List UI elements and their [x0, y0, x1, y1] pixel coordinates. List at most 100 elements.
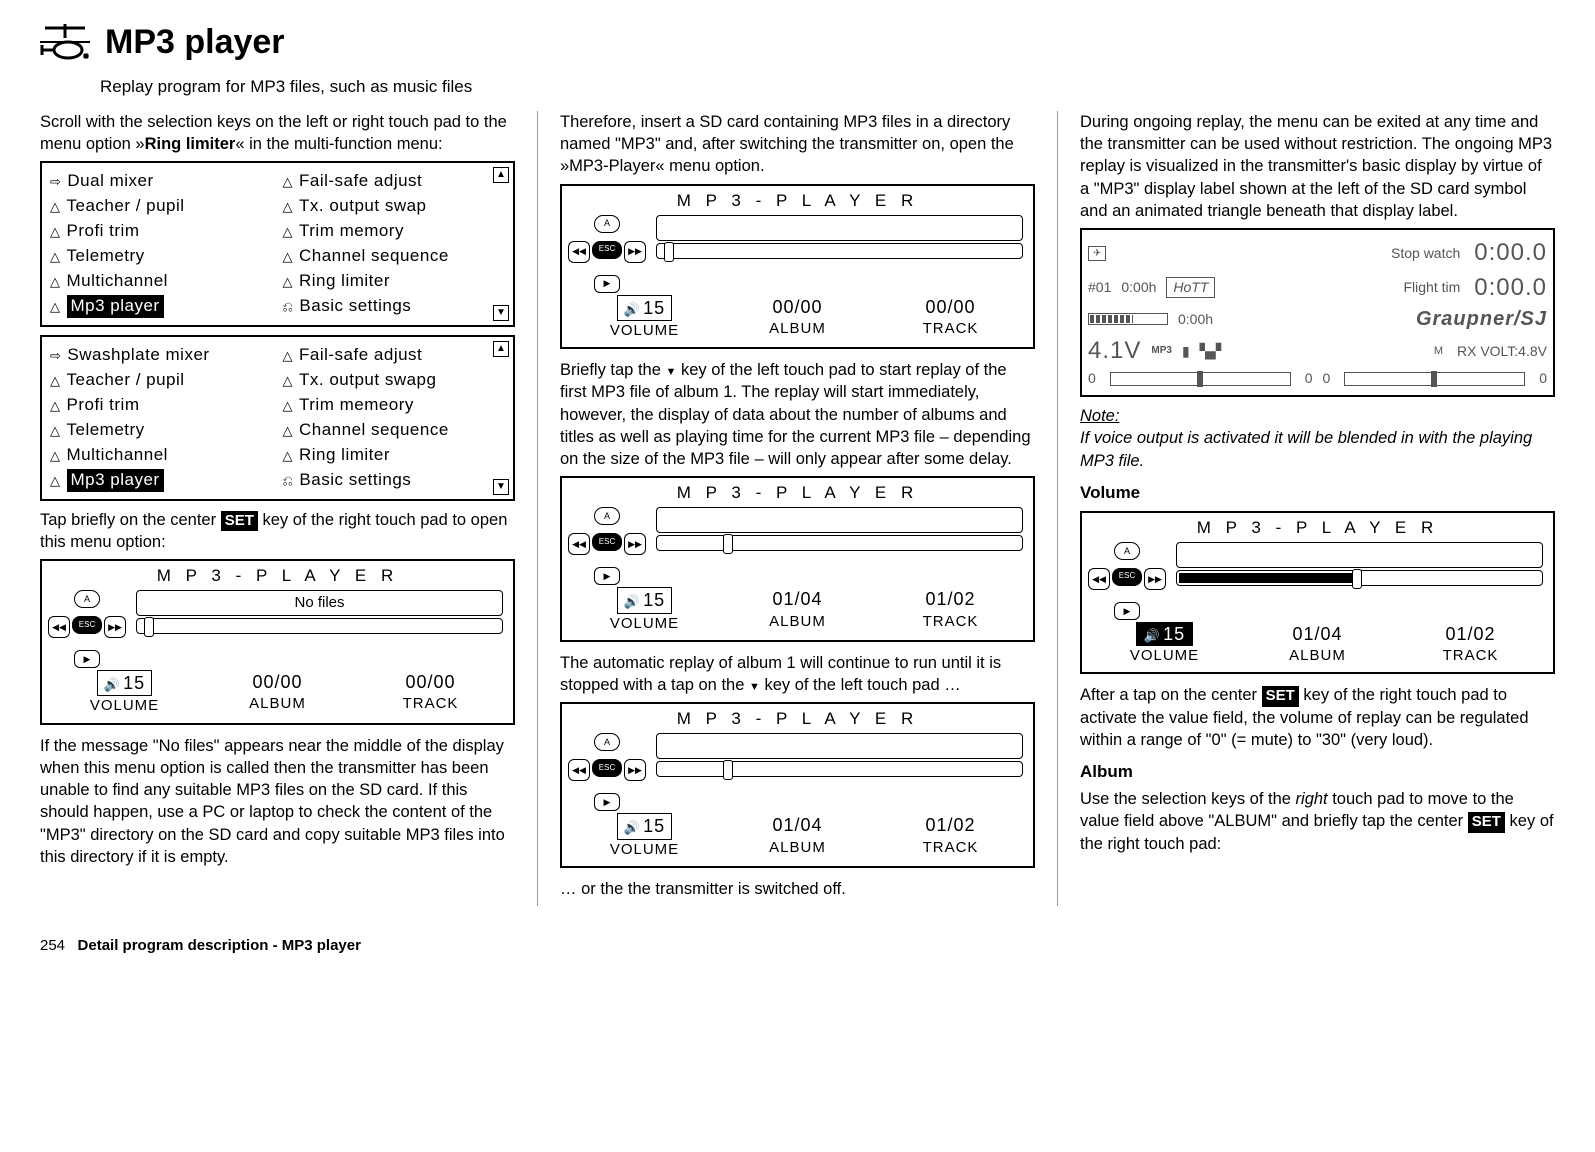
gauge-zero: 0 — [1088, 369, 1096, 388]
menu-item[interactable]: Trim memeory — [283, 393, 506, 418]
col1-intro: Scroll with the selection keys on the le… — [40, 111, 515, 156]
menu-item[interactable]: Dual mixer — [50, 169, 273, 194]
dpad[interactable]: A◀◀ESC▶▶▶ — [568, 733, 646, 811]
note-text: If voice output is activated it will be … — [1080, 429, 1532, 469]
speaker-icon — [624, 590, 643, 610]
dpad-right[interactable]: ▶▶ — [1144, 568, 1166, 590]
menu-label: Teacher / pupil — [67, 369, 185, 392]
dpad-mid[interactable]: ESC — [592, 533, 622, 551]
dpad-up[interactable]: A — [74, 590, 100, 608]
menu-item[interactable]: Telemetry — [50, 418, 273, 443]
menu-item[interactable]: Multichannel — [50, 269, 273, 294]
menu-icon — [50, 394, 61, 417]
dpad[interactable]: A◀◀ESC▶▶▶ — [1088, 542, 1166, 620]
dpad-mid[interactable]: ESC — [592, 241, 622, 259]
flight-value: 0:00.0 — [1474, 272, 1547, 304]
readout-volume: 15VOLUME — [568, 587, 721, 634]
progress-slider[interactable] — [656, 535, 1023, 551]
slider-knob[interactable] — [1352, 569, 1362, 589]
menu-item[interactable]: Channel sequence — [283, 418, 506, 443]
menu-item[interactable]: Telemetry — [50, 244, 273, 269]
menu-item[interactable]: Ring limiter — [283, 269, 506, 294]
readout-track: 01/02TRACK — [874, 813, 1027, 860]
menu-label: Telemetry — [67, 245, 145, 268]
dpad-up[interactable]: A — [594, 733, 620, 751]
text: Tap briefly on the center — [40, 511, 221, 529]
dpad-down[interactable]: ▶ — [74, 650, 100, 668]
lcd-title: M P 3 - P L A Y E R — [568, 190, 1027, 213]
dpad-down[interactable]: ▶ — [594, 793, 620, 811]
model-icon: ✈ — [1088, 246, 1106, 262]
readout-album: 01/04ALBUM — [721, 587, 874, 634]
readout-album: 01/04ALBUM — [721, 813, 874, 860]
dpad-mid[interactable]: ESC — [72, 616, 102, 634]
readout-volume: 15VOLUME — [1088, 622, 1241, 667]
slider-knob[interactable] — [144, 617, 154, 637]
dpad-left[interactable]: ◀◀ — [48, 616, 70, 638]
slider-knob[interactable] — [723, 760, 733, 780]
menu-label: Profi trim — [67, 394, 140, 417]
menu-icon — [50, 344, 61, 367]
menu-item[interactable]: Multichannel — [50, 443, 273, 468]
menu-item[interactable]: Trim memory — [283, 219, 506, 244]
slider-knob[interactable] — [723, 534, 733, 554]
dpad-left[interactable]: ◀◀ — [1088, 568, 1110, 590]
menu-item[interactable]: Mp3 player — [50, 294, 273, 319]
progress-slider[interactable] — [1176, 570, 1543, 586]
slider-knob[interactable] — [664, 242, 674, 262]
lcd-initial: M P 3 - P L A Y E RA◀◀ESC▶▶▶15VOLUME00/0… — [560, 184, 1035, 349]
dpad-up[interactable]: A — [594, 215, 620, 233]
menu-item[interactable]: Fail-safe adjust — [283, 169, 506, 194]
dpad-right[interactable]: ▶▶ — [624, 241, 646, 263]
dpad-down[interactable]: ▶ — [594, 567, 620, 585]
dpad-mid[interactable]: ESC — [1112, 568, 1142, 586]
col3-p3: Use the selection keys of the right touc… — [1080, 788, 1555, 855]
menu-label: Tx. output swap — [299, 195, 427, 218]
dpad-down[interactable]: ▶ — [594, 275, 620, 293]
menu-icon — [50, 170, 61, 193]
progress-slider[interactable] — [656, 761, 1023, 777]
menu-item[interactable]: Swashplate mixer — [50, 343, 273, 368]
dpad-left[interactable]: ◀◀ — [568, 241, 590, 263]
menu-label: Trim memory — [299, 220, 404, 243]
dpad-up[interactable]: A — [1114, 542, 1140, 560]
lcd-title: M P 3 - P L A Y E R — [568, 708, 1027, 731]
dpad[interactable]: A◀◀ESC▶▶▶ — [568, 215, 646, 293]
set-key: SET — [1262, 686, 1299, 706]
menu-icon — [283, 444, 294, 467]
menu-icon — [50, 469, 61, 492]
menu-item[interactable]: Basic settings — [283, 468, 506, 493]
menu-icon — [283, 419, 294, 442]
progress-slider[interactable] — [136, 618, 503, 634]
menu-item[interactable]: Basic settings — [283, 294, 506, 319]
dpad-right[interactable]: ▶▶ — [624, 533, 646, 555]
album-heading: Album — [1080, 761, 1555, 784]
readout-track: 00/00TRACK — [874, 295, 1027, 342]
dpad-right[interactable]: ▶▶ — [624, 759, 646, 781]
lcd-text-field: No files — [136, 590, 503, 616]
scroll-arrows[interactable]: ▲▼ — [493, 167, 509, 321]
dpad-right[interactable]: ▶▶ — [104, 616, 126, 638]
menu-icon — [283, 245, 294, 268]
menu-item[interactable]: Profi trim — [50, 219, 273, 244]
progress-slider[interactable] — [656, 243, 1023, 259]
menu-item[interactable]: Profi trim — [50, 393, 273, 418]
menu-item[interactable]: Tx. output swapg — [283, 368, 506, 393]
dpad[interactable]: A◀◀ESC▶▶▶ — [48, 590, 126, 668]
dpad-left[interactable]: ◀◀ — [568, 759, 590, 781]
dpad[interactable]: A◀◀ESC▶▶▶ — [568, 507, 646, 585]
menu-item[interactable]: Teacher / pupil — [50, 368, 273, 393]
menu-item[interactable]: Channel sequence — [283, 244, 506, 269]
column-1: Scroll with the selection keys on the le… — [40, 111, 537, 906]
dpad-up[interactable]: A — [594, 507, 620, 525]
menu-item[interactable]: Mp3 player — [50, 468, 273, 493]
dpad-mid[interactable]: ESC — [592, 759, 622, 777]
menu-item[interactable]: Tx. output swap — [283, 194, 506, 219]
readout-track: 01/02TRACK — [1394, 622, 1547, 667]
menu-item[interactable]: Fail-safe adjust — [283, 343, 506, 368]
scroll-arrows[interactable]: ▲▼ — [493, 341, 509, 495]
dpad-down[interactable]: ▶ — [1114, 602, 1140, 620]
menu-item[interactable]: Teacher / pupil — [50, 194, 273, 219]
dpad-left[interactable]: ◀◀ — [568, 533, 590, 555]
menu-item[interactable]: Ring limiter — [283, 443, 506, 468]
